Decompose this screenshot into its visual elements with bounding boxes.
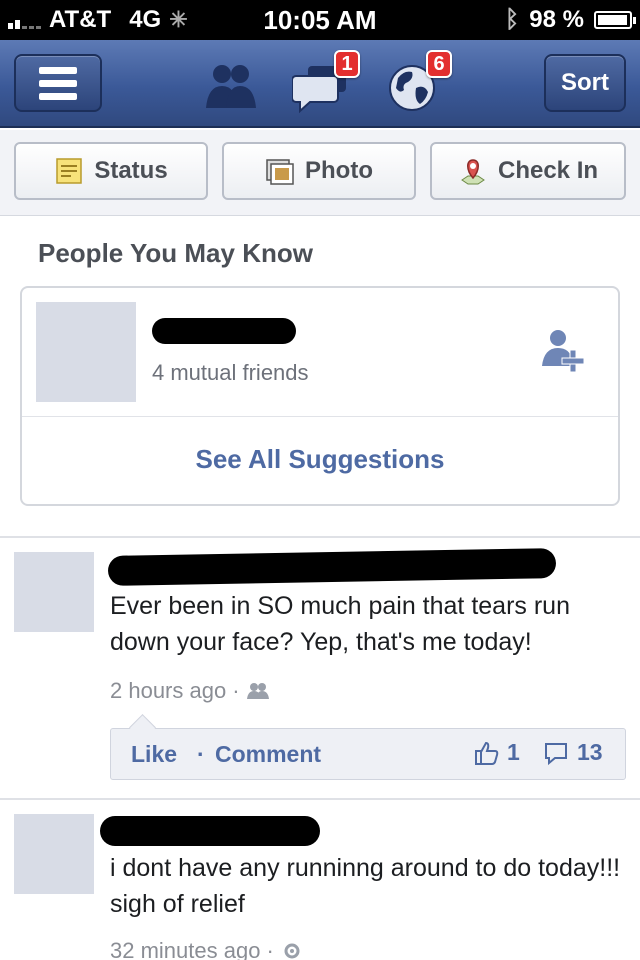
messages-icon[interactable]: 1 [291, 50, 360, 114]
feed-separator [0, 536, 640, 538]
bluetooth-icon: ᛒ [504, 6, 520, 33]
redacted-name [100, 816, 320, 846]
add-friend-icon[interactable] [538, 324, 590, 376]
thumbs-up-icon [475, 741, 499, 765]
redacted-name [107, 548, 557, 586]
friends-privacy-icon [246, 683, 269, 699]
pymk-title: People You May Know [38, 238, 313, 268]
post-timestamp[interactable]: 32 minutes ago [110, 938, 260, 960]
status-label: Status [94, 157, 168, 184]
menu-button[interactable] [14, 54, 102, 112]
location-pin-icon [461, 159, 485, 185]
meta-dot: · [266, 938, 274, 960]
notifications-badge: 6 [426, 50, 452, 78]
like-button[interactable]: Like [131, 741, 177, 768]
post-action-bar: Like · Comment 1 13 [110, 728, 626, 780]
pymk-card: 4 mutual friends See All Suggestions [20, 286, 620, 506]
photo-label: Photo [305, 157, 373, 184]
friend-requests-icon[interactable] [200, 58, 260, 114]
photo-button[interactable]: Photo [222, 142, 416, 200]
action-separator: · [197, 741, 205, 767]
comment-button[interactable]: Comment [215, 741, 321, 768]
comment-count[interactable]: 13 [543, 739, 603, 766]
sort-button[interactable]: Sort [544, 54, 626, 112]
post-timestamp[interactable]: 2 hours ago [110, 678, 226, 704]
check-in-label: Check In [497, 157, 599, 184]
publisher-bar: Status Photo Check In [0, 130, 640, 216]
like-count-value: 1 [507, 739, 520, 765]
messages-badge: 1 [334, 50, 360, 78]
battery-icon [594, 11, 636, 29]
status-button[interactable]: Status [14, 142, 208, 200]
comment-count-value: 13 [577, 739, 603, 765]
menu-icon [39, 66, 77, 100]
post-text: i dont have any runninng around to do to… [110, 854, 621, 918]
suggestion-avatar[interactable] [36, 302, 136, 402]
status-bar: AT&T 4G ✳ 10:05 AM ᛒ 98 % [0, 0, 640, 40]
top-nav-bar: 1 6 Sort [0, 40, 640, 128]
status-right: ᛒ 98 % [504, 6, 636, 34]
post-text: Ever been in SO much pain that tears run… [110, 592, 570, 656]
see-all-suggestions-link[interactable]: See All Suggestions [22, 444, 618, 475]
post-avatar[interactable] [14, 552, 94, 632]
post-avatar[interactable] [14, 814, 94, 894]
meta-dot: · [232, 678, 240, 703]
status-note-icon [56, 158, 83, 184]
like-count[interactable]: 1 [473, 739, 520, 766]
check-in-button[interactable]: Check In [430, 142, 626, 200]
notifications-globe-icon[interactable]: 6 [384, 50, 452, 114]
card-divider [22, 416, 618, 417]
mutual-friends-count[interactable]: 4 mutual friends [152, 360, 309, 386]
comment-bubble-icon [545, 742, 567, 765]
post-meta: 2 hours ago · [110, 678, 270, 704]
feed-separator [0, 798, 640, 800]
battery-percent: 98 % [529, 6, 584, 33]
gear-privacy-icon [284, 943, 300, 959]
post-meta: 32 minutes ago · [110, 938, 304, 960]
photo-icon [266, 159, 294, 185]
redacted-name [152, 318, 296, 344]
